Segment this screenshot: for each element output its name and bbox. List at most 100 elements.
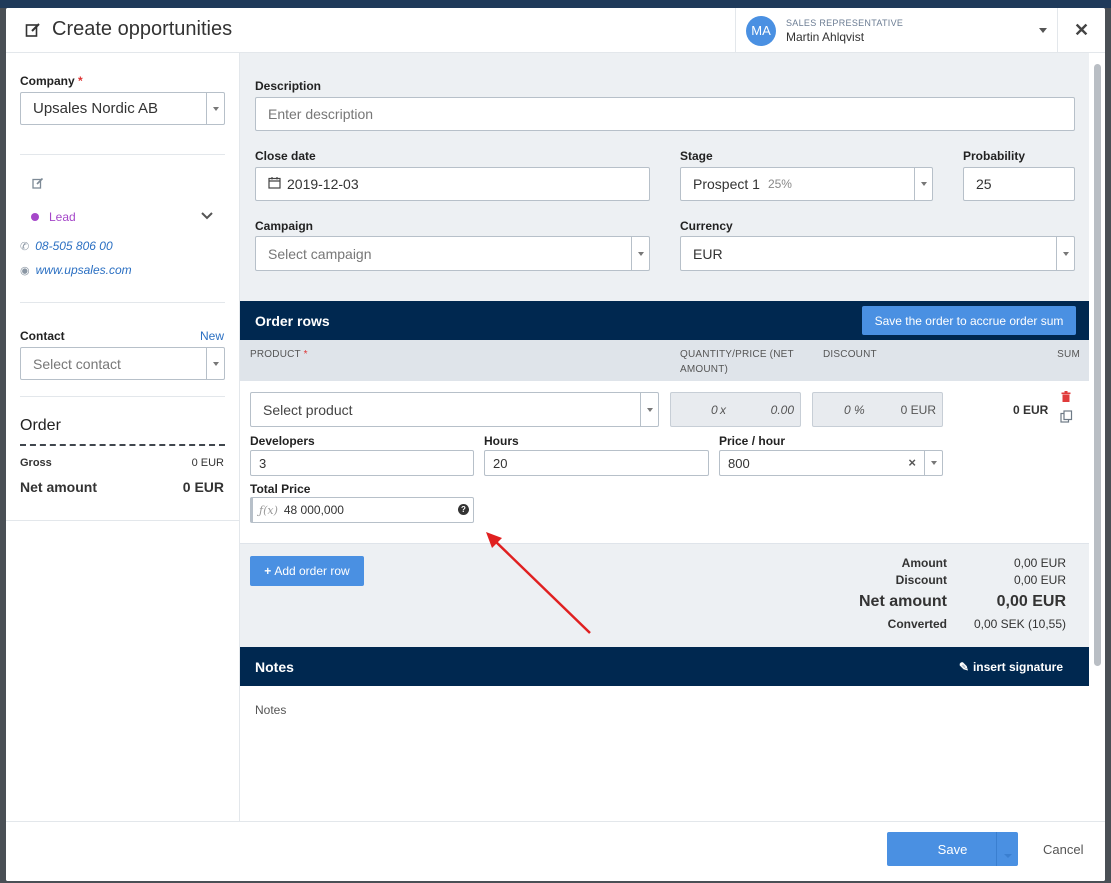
chevron-down-icon[interactable]: [201, 208, 213, 223]
gross-value: 0 EUR: [191, 457, 224, 469]
price-hour-select[interactable]: 800 ×: [719, 450, 943, 476]
calendar-icon: [268, 176, 281, 192]
save-dropdown-toggle[interactable]: [996, 832, 1018, 866]
pencil-icon: ✎: [958, 660, 969, 674]
total-price-label: Total Price: [250, 482, 311, 496]
hours-label: Hours: [484, 434, 519, 448]
product-placeholder: Select product: [263, 401, 353, 418]
quantity-price-box[interactable]: 0 x 0.00: [670, 392, 801, 427]
sales-rep-selector[interactable]: MA SALES REPRESENTATIVE Martin Ahlqvist: [735, 8, 1057, 53]
trash-icon[interactable]: [1061, 390, 1071, 405]
close-button[interactable]: ✕: [1057, 8, 1105, 53]
main-panel: Description Enter description Close date…: [240, 53, 1089, 821]
net-amount-label: Net amount: [20, 479, 97, 495]
add-order-row-label: Add order row: [274, 564, 350, 578]
sales-rep-role: SALES REPRESENTATIVE: [786, 17, 904, 28]
campaign-label: Campaign: [255, 219, 314, 233]
lead-dot-icon: [31, 213, 39, 221]
annotation-arrow: [486, 532, 591, 634]
insert-signature-label: insert signature: [972, 660, 1063, 674]
scrollbar[interactable]: [1094, 64, 1101, 666]
notes-placeholder: Notes: [255, 703, 287, 717]
dropdown-arrow-icon: [206, 348, 224, 379]
close-date-value: 2019-12-03: [287, 176, 359, 192]
notes-header: Notes ✎ insert signature: [240, 647, 1089, 686]
col-quantity-line2: AMOUNT): [680, 364, 729, 375]
order-row: Select product 0 x 0.00 0 % 0 EUR 0 EUR …: [240, 381, 1089, 544]
price-value: 0.00: [770, 403, 794, 417]
notes-title: Notes: [255, 659, 294, 675]
dropdown-arrow-icon: [631, 237, 649, 270]
close-date-input[interactable]: 2019-12-03: [255, 167, 650, 201]
phone-row: ✆ 08-505 806 00: [20, 239, 113, 253]
order-rows-header: Order rows Save the order to accrue orde…: [240, 301, 1089, 340]
modal-footer: Save Cancel: [6, 821, 1105, 881]
developers-input[interactable]: 3: [250, 450, 474, 476]
total-price-input[interactable]: ƒ(x) 48 000,000 ?: [250, 497, 474, 523]
accrue-order-sum-button[interactable]: Save the order to accrue order sum: [862, 306, 1076, 335]
probability-value: 25: [976, 176, 992, 192]
gross-label: Gross: [20, 457, 52, 469]
dropdown-arrow-icon: [914, 168, 932, 200]
divider: [20, 302, 225, 303]
description-input[interactable]: Enter description: [255, 97, 1075, 131]
clear-icon[interactable]: ×: [908, 455, 916, 470]
amount-label: Amount: [901, 556, 947, 570]
insert-signature-button[interactable]: ✎ insert signature: [959, 660, 1063, 674]
dropdown-arrow-icon: [1056, 237, 1074, 270]
sidebar: Company * Upsales Nordic AB Lead ✆ 08-50…: [6, 53, 240, 821]
net-amount-total-label: Net amount: [859, 593, 947, 610]
caret-down-icon: [1004, 854, 1012, 858]
divider: [20, 396, 225, 397]
lead-label: Lead: [49, 210, 76, 224]
hours-input[interactable]: 20: [484, 450, 709, 476]
company-value: Upsales Nordic AB: [33, 100, 159, 117]
lead-status[interactable]: Lead: [31, 210, 76, 224]
price-hour-value: 800: [728, 455, 750, 471]
contact-select[interactable]: Select contact: [20, 347, 225, 380]
stage-select[interactable]: Prospect 1 25%: [680, 167, 933, 201]
col-discount: DISCOUNT: [823, 349, 877, 360]
stage-label: Stage: [680, 149, 713, 163]
save-button[interactable]: Save: [887, 832, 1018, 866]
plus-icon: +: [264, 564, 272, 578]
order-title: Order: [20, 417, 61, 434]
caret-down-icon: [1039, 28, 1047, 33]
edit-company-icon[interactable]: [32, 177, 44, 192]
probability-input[interactable]: 25: [963, 167, 1075, 201]
function-icon: ƒ(x): [259, 503, 278, 517]
col-sum: SUM: [1057, 349, 1080, 360]
new-contact-link[interactable]: New: [200, 329, 224, 343]
notes-area[interactable]: Notes: [240, 686, 1089, 821]
amount-value: 0,00 EUR: [1013, 556, 1066, 570]
company-select[interactable]: Upsales Nordic AB: [20, 92, 225, 125]
dropdown-arrow-icon: [206, 93, 224, 124]
currency-label: Currency: [680, 219, 733, 233]
sales-rep-name: Martin Ahlqvist: [786, 29, 865, 44]
discount-total-value: 0,00 EUR: [1013, 573, 1066, 587]
product-select[interactable]: Select product: [250, 392, 659, 427]
order-rows-title: Order rows: [255, 313, 330, 329]
cancel-button[interactable]: Cancel: [1043, 842, 1083, 857]
stage-value: Prospect 1: [693, 176, 760, 192]
help-icon[interactable]: ?: [458, 504, 469, 515]
discount-box[interactable]: 0 % 0 EUR: [812, 392, 943, 427]
currency-select[interactable]: EUR: [680, 236, 1075, 271]
developers-value: 3: [259, 455, 267, 471]
close-date-label: Close date: [255, 149, 316, 163]
hours-value: 20: [493, 455, 508, 471]
phone-link[interactable]: 08-505 806 00: [35, 239, 112, 253]
divider: [6, 520, 240, 521]
add-order-row-button[interactable]: + Add order row: [250, 556, 364, 586]
page-title: Create opportunities: [52, 18, 233, 40]
net-amount-value: 0 EUR: [182, 479, 224, 495]
campaign-select[interactable]: Select campaign: [255, 236, 650, 271]
website-link[interactable]: www.upsales.com: [36, 263, 132, 277]
probability-label: Probability: [963, 149, 1026, 163]
multiply-sign: x: [720, 403, 726, 417]
campaign-placeholder: Select campaign: [268, 245, 372, 262]
currency-value: EUR: [693, 245, 723, 262]
globe-icon: ◉: [20, 264, 30, 277]
discount-unit: %: [854, 403, 865, 417]
copy-icon[interactable]: [1060, 410, 1073, 426]
